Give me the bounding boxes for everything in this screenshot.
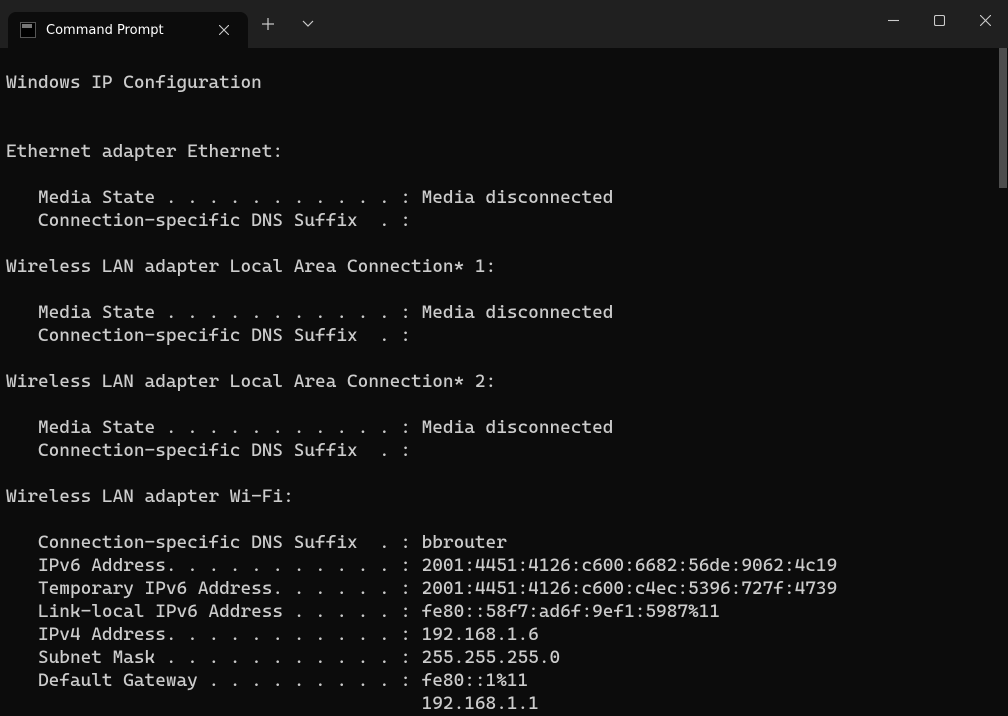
window-close-button[interactable] — [962, 0, 1008, 40]
cmd-icon — [20, 22, 36, 38]
window-controls — [870, 0, 1008, 48]
chevron-down-icon — [302, 20, 314, 28]
minimize-button[interactable] — [870, 0, 916, 40]
tab-command-prompt[interactable]: Command Prompt — [8, 12, 248, 48]
terminal-output: Windows IP Configuration Ethernet adapte… — [0, 48, 1008, 716]
maximize-icon — [934, 15, 945, 26]
tab-dropdown-button[interactable] — [288, 4, 328, 44]
terminal-area[interactable]: Windows IP Configuration Ethernet adapte… — [0, 48, 1008, 716]
close-icon — [219, 25, 229, 35]
tab-actions — [248, 0, 328, 48]
scrollbar[interactable] — [998, 48, 1008, 716]
titlebar: Command Prompt — [0, 0, 1008, 48]
minimize-icon — [888, 15, 899, 26]
maximize-button[interactable] — [916, 0, 962, 40]
tab-close-button[interactable] — [212, 18, 236, 42]
plus-icon — [262, 18, 274, 30]
scrollbar-thumb[interactable] — [999, 48, 1007, 188]
tabs-region: Command Prompt — [0, 0, 328, 48]
close-icon — [980, 15, 991, 26]
tab-title: Command Prompt — [46, 23, 202, 38]
new-tab-button[interactable] — [248, 4, 288, 44]
